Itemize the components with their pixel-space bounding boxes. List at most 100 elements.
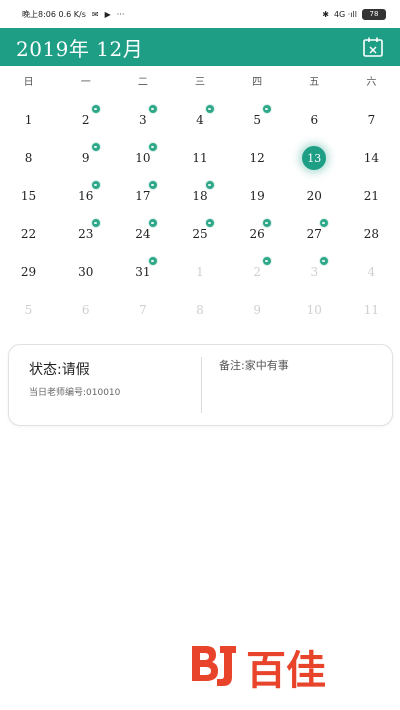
day-number: 25	[192, 227, 208, 241]
weekday-header: 日 一 二 三 四 五 六	[0, 70, 400, 96]
day-number: 20	[306, 189, 322, 203]
calendar-day[interactable]: 6	[57, 291, 114, 329]
attendance-dot-icon	[148, 181, 157, 189]
day-number: 6	[310, 113, 319, 127]
calendar-day[interactable]: 17	[114, 177, 171, 215]
calendar-day[interactable]: 21	[343, 177, 400, 215]
day-number: 1	[196, 265, 204, 279]
calendar-day[interactable]: 2	[57, 101, 114, 139]
day-number: 5	[253, 113, 261, 127]
calendar-day[interactable]: 22	[0, 215, 57, 253]
day-number: 7	[139, 303, 147, 317]
day-number: 8	[196, 303, 204, 317]
day-number: 11	[363, 303, 380, 317]
card-divider	[201, 357, 202, 413]
calendar-day[interactable]: 15	[0, 177, 57, 215]
calendar-day[interactable]: 30	[57, 253, 114, 291]
attendance-dot-icon	[91, 181, 100, 189]
day-number: 21	[363, 189, 380, 203]
calendar-day[interactable]: 24	[114, 215, 171, 253]
status-bar-left: 晚上8:06 0.6 K/s ✉ ▶ ···	[22, 9, 124, 20]
day-number: 31	[135, 265, 151, 279]
calendar-day[interactable]: 25	[171, 215, 228, 253]
teacher-id: 当日老师编号:010010	[29, 388, 121, 398]
calendar-day[interactable]: 9	[229, 291, 286, 329]
day-number: 17	[135, 189, 151, 203]
calendar-day[interactable]: 12	[229, 139, 286, 177]
calendar-day[interactable]: 11	[171, 139, 228, 177]
calendar-day[interactable]: 8	[171, 291, 228, 329]
calendar-day[interactable]: 26	[229, 215, 286, 253]
attendance-dot-icon	[148, 219, 157, 227]
calendar-day[interactable]: 18	[171, 177, 228, 215]
calendar-day[interactable]: 23	[57, 215, 114, 253]
calendar-day-selected[interactable]: 13	[286, 139, 343, 177]
attendance-dot-icon	[148, 143, 157, 151]
calendar-day[interactable]: 3	[286, 253, 343, 291]
day-number: 27	[306, 227, 322, 241]
attendance-dot-icon	[148, 257, 157, 265]
day-number: 11	[192, 151, 208, 165]
day-number: 18	[192, 189, 208, 203]
bluetooth-icon: ✱	[322, 9, 329, 19]
attendance-dot-icon	[320, 219, 329, 227]
attendance-status: 状态:请假	[29, 362, 90, 378]
battery-icon: 78	[362, 8, 386, 20]
calendar-day[interactable]: 3	[114, 101, 171, 139]
calendar-button[interactable]	[362, 36, 384, 58]
day-number: 19	[249, 189, 265, 203]
day-number: 2	[253, 265, 261, 279]
notification-icon: ✉	[91, 9, 99, 19]
calendar-day[interactable]: 20	[286, 177, 343, 215]
attendance-dot-icon	[205, 105, 214, 113]
calendar-day[interactable]: 5	[229, 101, 286, 139]
day-number: 24	[135, 227, 151, 241]
calendar-day[interactable]: 11	[343, 291, 400, 329]
calendar-icon	[363, 37, 383, 57]
calendar-day[interactable]: 14	[343, 139, 400, 177]
day-number: 12	[249, 151, 265, 165]
calendar-day[interactable]: 8	[0, 139, 57, 177]
calendar-day[interactable]: 6	[286, 101, 343, 139]
calendar-day[interactable]: 7	[343, 101, 400, 139]
weekday-label: 日	[23, 77, 34, 88]
brand-text: 百佳	[246, 648, 326, 692]
attendance-detail-card: 状态:请假 当日老师编号:010010 备注:家中有事	[8, 344, 393, 426]
calendar-grid: 1 2 3 4 5 6 7 8 9 10 11 12 13 14 15 16 17 18 19 20 21 22 23 24 2…	[0, 101, 400, 329]
calendar-day[interactable]: 1	[0, 101, 57, 139]
calendar-day[interactable]: 4	[343, 253, 400, 291]
calendar-day[interactable]: 10	[114, 139, 171, 177]
calendar-day[interactable]: 19	[229, 177, 286, 215]
day-number: 9	[81, 151, 90, 165]
day-number: 10	[135, 151, 151, 165]
calendar-day[interactable]: 5	[0, 291, 57, 329]
calendar-day[interactable]: 28	[343, 215, 400, 253]
more-icon: ···	[116, 9, 125, 19]
calendar-day[interactable]: 16	[57, 177, 114, 215]
day-number: 10	[306, 303, 322, 317]
attendance-remark: 备注:家中有事	[219, 359, 289, 372]
day-number: 22	[20, 227, 37, 241]
calendar-day[interactable]: 31	[114, 253, 171, 291]
day-number: 5	[24, 303, 33, 317]
day-number: 13	[302, 146, 327, 170]
calendar-day[interactable]: 9	[57, 139, 114, 177]
calendar-day[interactable]: 1	[171, 253, 228, 291]
calendar-day[interactable]: 4	[171, 101, 228, 139]
attendance-dot-icon	[91, 105, 100, 113]
calendar-day[interactable]: 29	[0, 253, 57, 291]
play-icon: ▶	[104, 9, 111, 19]
calendar-day[interactable]: 27	[286, 215, 343, 253]
day-number: 8	[24, 151, 33, 165]
attendance-dot-icon	[148, 105, 157, 113]
status-time-speed: 晚上8:06 0.6 K/s	[22, 9, 86, 19]
day-number: 6	[81, 303, 90, 317]
calendar-day[interactable]: 2	[229, 253, 286, 291]
status-bar: 晚上8:06 0.6 K/s ✉ ▶ ··· ✱ 4G ·ıll 78	[0, 0, 400, 28]
attendance-dot-icon	[205, 181, 214, 189]
day-number: 15	[20, 189, 37, 203]
calendar-day[interactable]: 7	[114, 291, 171, 329]
attendance-dot-icon	[205, 219, 214, 227]
day-number: 14	[363, 151, 380, 165]
calendar-day[interactable]: 10	[286, 291, 343, 329]
